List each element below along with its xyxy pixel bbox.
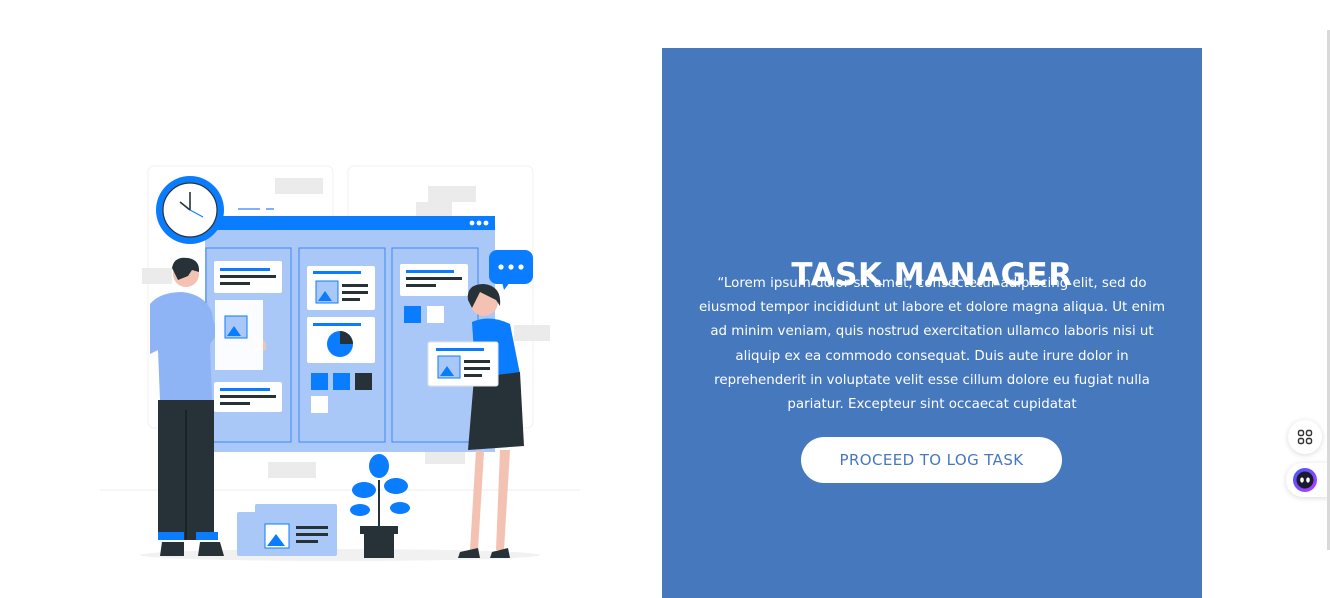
- hero-description: “Lorem ipsum dolor sit amet, consectetur…: [698, 276, 1166, 413]
- landing-page: TASK MANAGER “Lorem ipsum dolor sit amet…: [0, 0, 1330, 598]
- assistant-widget-button[interactable]: [1286, 463, 1330, 497]
- apps-grid-icon: [1297, 429, 1313, 445]
- apps-widget-button[interactable]: [1288, 420, 1322, 454]
- hero-panel: TASK MANAGER “Lorem ipsum dolor sit amet…: [662, 48, 1202, 598]
- kanban-board-team-illustration: [100, 165, 580, 561]
- assistant-bot-icon: [1293, 468, 1317, 492]
- proceed-to-log-task-button[interactable]: PROCEED TO LOG TASK: [801, 437, 1062, 483]
